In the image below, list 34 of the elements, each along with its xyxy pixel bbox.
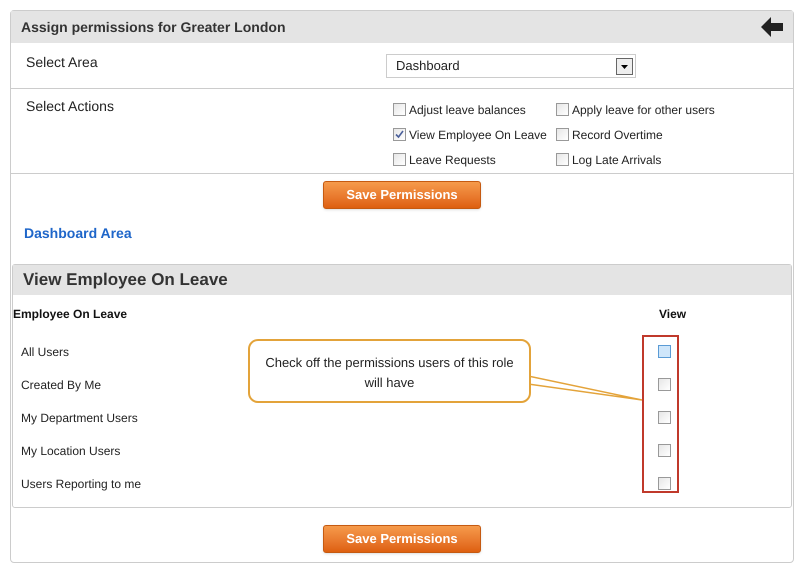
checkbox[interactable] [658,477,671,490]
checkbox[interactable] [556,128,569,141]
column-header: Employee On Leave [13,306,128,323]
table-cell-text: All Users [21,344,70,360]
column-header: View [659,306,686,323]
option-label: Record Overtime [572,126,663,144]
table-cell-text: Created By Me [21,376,102,394]
option-label: View Employee On Leave [409,126,547,144]
save-permissions-button[interactable]: Save Permissions [323,181,481,209]
field-label: Select Area [25,53,99,72]
table-cell-text: Users Reporting to me [21,476,142,492]
checkbox[interactable] [658,345,671,358]
area-dropdown[interactable]: Dashboard [386,54,636,78]
option-label: Apply leave for other users [572,102,715,118]
option-label: Log Late Arrivals [572,152,662,168]
option-label: Adjust leave balances [409,102,526,118]
checkbox[interactable] [658,411,671,424]
section-link[interactable]: Dashboard Area [24,223,132,244]
table-cell-text: My Department Users [21,410,138,426]
callout: Check off the permissions users of this role will have [248,339,531,403]
back-arrow-icon[interactable] [761,17,783,37]
checkbox[interactable] [556,153,569,166]
checkbox[interactable] [393,153,406,166]
checkbox[interactable] [556,103,569,116]
field-label: Select Actions [25,97,115,116]
section-title: View Employee On Leave [23,269,228,292]
table-cell-text: My Location Users [21,442,120,460]
option-label: Leave Requests [409,152,496,168]
checkbox[interactable] [658,444,671,457]
panel-title: Assign permissions for Greater London [21,18,286,37]
checkbox[interactable] [393,128,406,141]
save-permissions-button[interactable]: Save Permissions [323,525,481,553]
checkbox[interactable] [658,378,671,391]
checkbox[interactable] [393,103,406,116]
